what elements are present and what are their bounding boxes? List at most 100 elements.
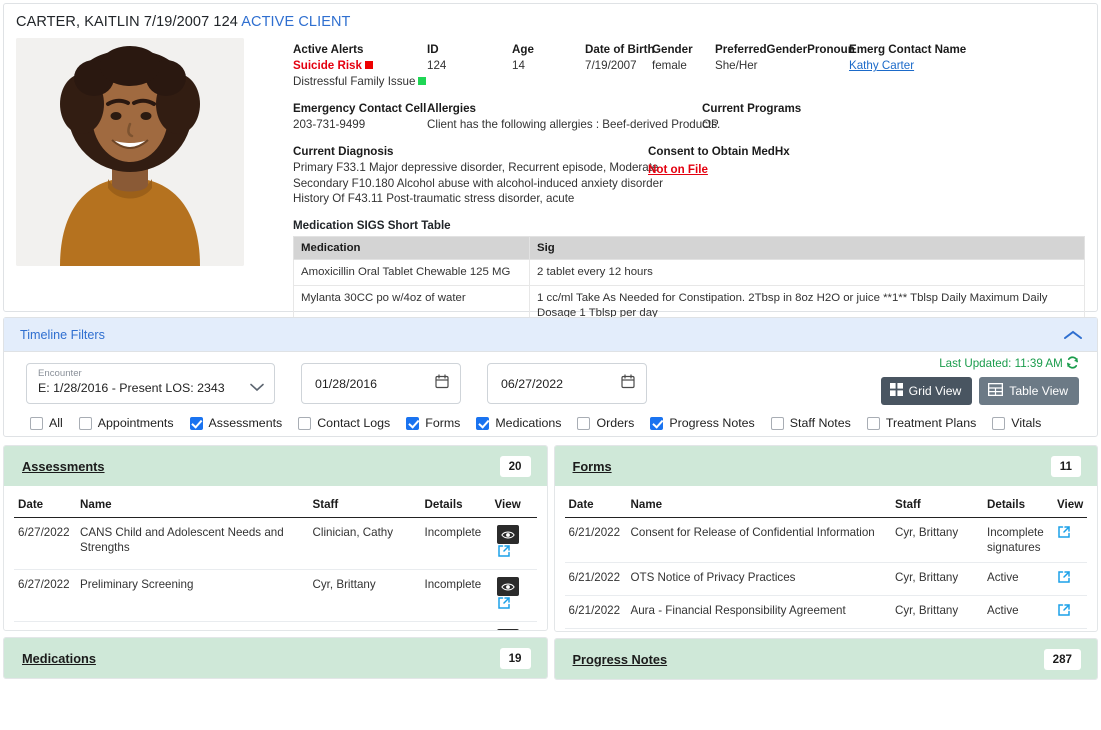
date-to-value: 06/27/2022	[501, 376, 564, 391]
forms-table: Date Name Staff Details View 6/21/2022 C…	[564, 486, 1087, 631]
external-link-icon[interactable]	[1057, 526, 1071, 542]
medications-panel-title[interactable]: Medications	[22, 651, 96, 666]
checkbox-box	[30, 416, 43, 430]
checkbox-box	[866, 416, 880, 430]
checkbox-treatment-plans[interactable]: Treatment Plans	[866, 416, 976, 430]
table-row: 6/21/2022 OTS Notice of Privacy Practice…	[564, 562, 1087, 596]
encounter-select[interactable]: Encounter E: 1/28/2016 - Present LOS: 23…	[26, 363, 275, 404]
cell-medication: Amoxicillin Oral Tablet Chewable 125 MG	[293, 258, 530, 286]
diagnosis-primary: Primary F33.1 Major depressive disorder,…	[293, 161, 659, 174]
col-staff: Staff	[308, 486, 421, 518]
cell-date: 6/27/2022	[14, 517, 76, 570]
checkbox-forms[interactable]: Forms	[406, 416, 460, 430]
encounter-select-value: E: 1/28/2016 - Present LOS: 2343	[38, 381, 225, 395]
checkbox-box	[298, 416, 312, 430]
cell-staff: Cyr, Brittany	[308, 621, 421, 630]
cell-view	[490, 621, 537, 630]
date-from-input[interactable]: 01/28/2016	[301, 363, 461, 404]
checkbox-progress-notes[interactable]: Progress Notes	[650, 416, 755, 430]
chevron-up-icon[interactable]	[1063, 329, 1083, 341]
chevron-down-icon[interactable]	[250, 379, 264, 397]
grid-view-button[interactable]: Grid View	[880, 377, 973, 405]
checkbox-staff-notes[interactable]: Staff Notes	[770, 416, 851, 430]
checkbox-label: Appointments	[97, 416, 174, 430]
checkbox-label: Orders	[596, 416, 635, 430]
value-dob: 7/19/2007	[585, 59, 637, 72]
forms-panel-title[interactable]: Forms	[573, 459, 612, 474]
checkbox-orders[interactable]: Orders	[577, 416, 634, 430]
panels-right-column: Forms 11 Date Name Staff Details View 6/…	[553, 445, 1098, 686]
cell-details: Incomplete	[420, 517, 491, 570]
value-gender: female	[652, 59, 687, 72]
value-emerg-contact-name-link[interactable]: Kathy Carter	[849, 59, 914, 72]
value-pronoun: She/Her	[715, 59, 758, 72]
assessments-header-row: Date Name Staff Details View	[14, 486, 537, 518]
external-link-icon[interactable]	[1057, 604, 1071, 620]
external-link-icon[interactable]	[497, 545, 511, 561]
col-date: Date	[14, 486, 76, 518]
table-icon	[988, 382, 1004, 399]
diagnosis-secondary: Secondary F10.180 Alcohol abuse with alc…	[293, 176, 663, 190]
medications-panel-header: Medications 19	[4, 638, 547, 678]
table-view-button[interactable]: Table View	[979, 377, 1079, 405]
eye-icon[interactable]	[496, 525, 519, 544]
eye-icon[interactable]	[496, 629, 519, 630]
last-updated-status: Last Updated: 11:39 AM	[939, 356, 1079, 370]
refresh-icon[interactable]	[1066, 356, 1079, 370]
col-medication: Medication	[293, 235, 530, 260]
demographics-row-3: Current Diagnosis Primary F33.1 Major de…	[293, 144, 1085, 209]
cell-name: OTS Notice of Privacy Practices	[626, 562, 891, 596]
cell-details: Incomplete	[420, 569, 491, 622]
cell-staff: Cyr, Brittany	[891, 517, 983, 563]
date-to-input[interactable]: 06/27/2022	[487, 363, 647, 404]
cell-details: Expired	[983, 628, 1053, 631]
last-updated-text: Last Updated: 11:39 AM	[939, 357, 1063, 370]
checkbox-assessments[interactable]: Assessments	[189, 416, 282, 430]
checkbox-label: All	[49, 416, 63, 430]
client-id-inline: 124	[213, 14, 238, 30]
client-dob-inline: 7/19/2007	[143, 14, 210, 30]
grid-icon	[889, 383, 903, 399]
cell-view	[1053, 517, 1087, 563]
field-consent-medhx: Consent to Obtain MedHx Not on File	[648, 144, 790, 209]
label-age: Age	[512, 43, 534, 56]
calendar-icon[interactable]	[435, 373, 449, 394]
cell-name: Admission Questionnaire	[76, 621, 309, 630]
checkbox-appointments[interactable]: Appointments	[78, 416, 174, 430]
external-link-icon[interactable]	[1057, 571, 1071, 587]
cell-date: 12/19/2019	[564, 628, 627, 631]
value-consent-not-on-file[interactable]: Not on File	[648, 163, 708, 176]
client-header-title: CARTER, KAITLIN 7/19/2007 124 ACTIVE CLI…	[4, 4, 1097, 38]
assessments-count-badge: 20	[499, 455, 531, 477]
cell-name: Aura - Financial Responsibility Agreemen…	[626, 595, 891, 629]
cell-date: 6/21/2022	[564, 562, 627, 596]
checkbox-all[interactable]: All	[30, 416, 63, 430]
client-status-link[interactable]: ACTIVE CLIENT	[241, 14, 350, 30]
cell-staff: Clinician, Cathy	[891, 628, 983, 631]
checkbox-contact-logs[interactable]: Contact Logs	[298, 416, 390, 430]
checkbox-vitals[interactable]: Vitals	[992, 416, 1041, 430]
label-pronoun: PreferredGenderPronoun	[715, 43, 855, 56]
assessments-panel-title[interactable]: Assessments	[22, 459, 105, 474]
calendar-icon[interactable]	[621, 373, 635, 394]
checkbox-box	[770, 416, 784, 430]
field-allergies: Allergies Client has the following aller…	[427, 101, 720, 135]
cell-view	[490, 569, 537, 622]
cell-name: Preliminary Screening	[76, 569, 309, 622]
checkbox-medications[interactable]: Medications	[476, 416, 561, 430]
checkbox-label: Progress Notes	[669, 416, 755, 430]
client-photo-wrap	[16, 38, 244, 327]
checkbox-label: Vitals	[1011, 416, 1042, 430]
alert-family-issue-text: Distressful Family Issue	[293, 75, 416, 88]
assessments-panel-header: Assessments 20	[4, 446, 547, 486]
checkbox-box	[476, 416, 490, 430]
value-alert-2: Distressful Family Issue	[293, 74, 427, 90]
progress-notes-panel-title[interactable]: Progress Notes	[573, 652, 668, 667]
field-id: ID 124	[427, 42, 512, 92]
eye-icon[interactable]	[496, 577, 519, 596]
col-name: Name	[626, 486, 891, 518]
cell-details: Active	[983, 595, 1053, 629]
external-link-icon[interactable]	[497, 597, 511, 613]
medications-panel: Medications 19	[3, 637, 548, 679]
alert-red-square-icon	[364, 61, 373, 69]
